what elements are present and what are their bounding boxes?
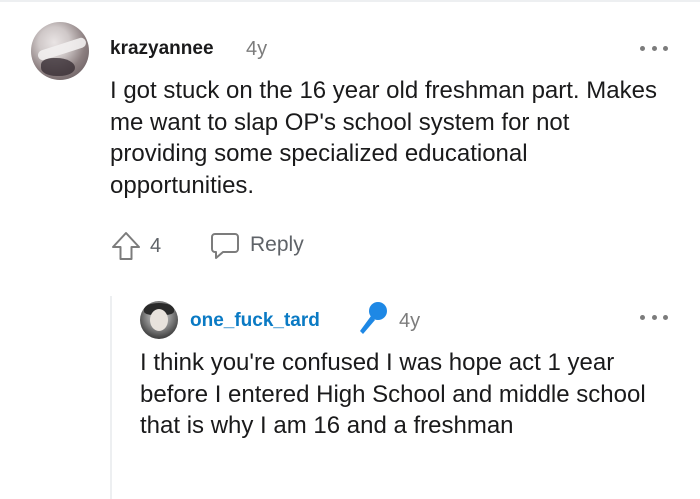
more-options-icon[interactable] xyxy=(640,312,668,322)
reply-body: I think you're confused I was hope act 1… xyxy=(140,349,646,439)
reply-age: 4y xyxy=(399,310,421,332)
reply-avatar[interactable] xyxy=(140,301,178,339)
speech-bubble-icon xyxy=(211,233,239,259)
comment-username[interactable]: krazyannee xyxy=(110,38,214,60)
comment-body: I got stuck on the 16 year old freshman … xyxy=(110,77,657,199)
comment-age: 4y xyxy=(246,38,268,60)
reply-button[interactable]: Reply xyxy=(210,230,320,262)
vote-count: 4 xyxy=(150,235,162,257)
reply-username[interactable]: one_fuck_tard xyxy=(190,310,320,332)
comment: krazyannee 4y I got stuck on the 16 year… xyxy=(0,0,700,499)
thread-line[interactable] xyxy=(110,296,112,499)
arrow-up-icon[interactable] xyxy=(110,230,142,262)
microphone-icon xyxy=(360,302,387,334)
reply-label: Reply xyxy=(250,233,304,256)
avatar[interactable] xyxy=(31,22,89,80)
more-options-icon[interactable] xyxy=(640,43,668,53)
